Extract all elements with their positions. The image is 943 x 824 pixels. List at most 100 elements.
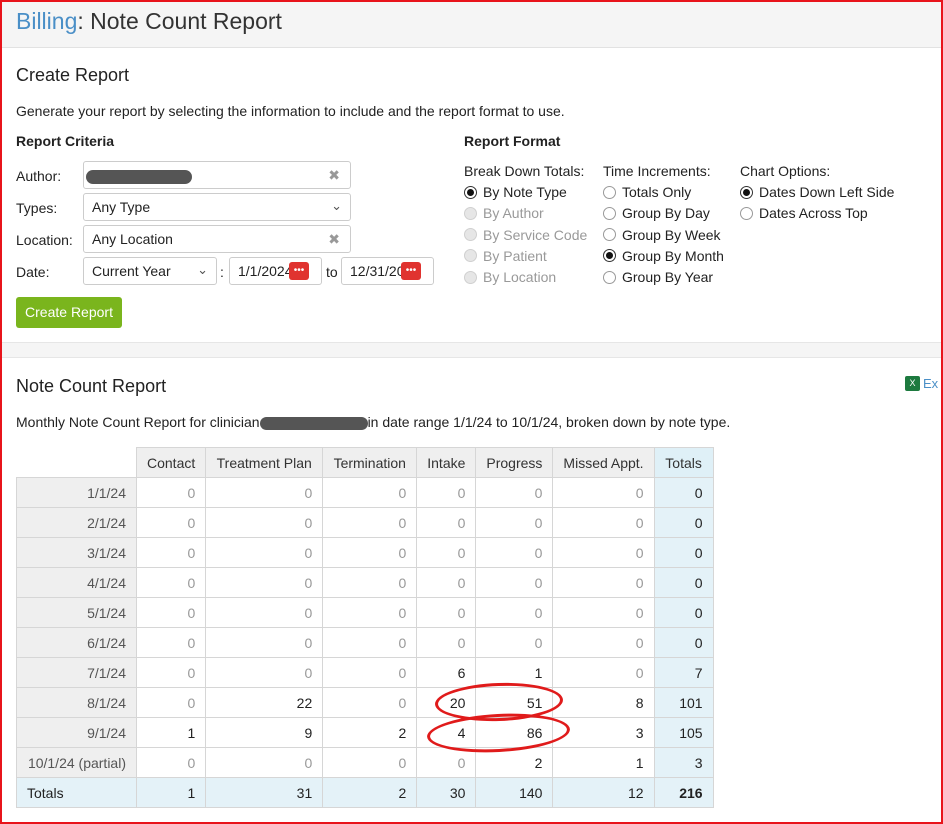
create-report-button[interactable]: Create Report [16, 297, 122, 328]
total-cell: 140 [475, 777, 554, 808]
table-cell: 4 [416, 717, 477, 748]
breakdown-heading: Break Down Totals: [464, 163, 585, 179]
column-header: Progress [475, 447, 554, 478]
page-title-text: Note Count Report [90, 8, 282, 34]
table-cell: 0 [322, 657, 418, 688]
location-input[interactable]: Any Location ✖ [83, 225, 351, 253]
excel-icon: X [905, 376, 920, 391]
summary-before: Monthly Note Count Report for clinician [16, 414, 260, 430]
row-label: 5/1/24 [16, 597, 137, 628]
radio-button[interactable] [603, 206, 616, 220]
row-total-cell: 101 [653, 687, 714, 718]
increment-option[interactable]: Group By Month [603, 248, 724, 264]
radio-button[interactable] [603, 270, 616, 284]
row-total-cell: 0 [653, 597, 714, 628]
types-select[interactable]: Any Type ⌄ [83, 193, 351, 221]
calendar-icon[interactable]: ••• [401, 262, 421, 280]
table-cell: 0 [322, 507, 418, 538]
totals-row: Totals 1 31 2 30 140 12 216 [16, 777, 714, 808]
radio-button[interactable] [603, 228, 616, 242]
increment-option[interactable]: Group By Year [603, 269, 713, 285]
author-input[interactable]: ✖ [83, 161, 351, 189]
table-cell: 0 [552, 597, 655, 628]
radio-label: Totals Only [622, 184, 692, 200]
increment-option[interactable]: Group By Week [603, 227, 721, 243]
report-criteria-heading: Report Criteria [16, 133, 115, 149]
table-cell: 0 [322, 567, 418, 598]
table-cell: 0 [552, 657, 655, 688]
table-cell: 0 [322, 747, 418, 778]
radio-label: By Note Type [483, 184, 567, 200]
table-cell: 0 [205, 537, 324, 568]
breadcrumb-separator: : [77, 8, 84, 34]
radio-button[interactable] [740, 206, 753, 220]
clear-icon[interactable]: ✖ [328, 231, 340, 248]
increment-option[interactable]: Group By Day [603, 205, 710, 221]
total-cell: 2 [322, 777, 418, 808]
table-cell: 0 [416, 627, 477, 658]
radio-button[interactable] [603, 185, 616, 199]
export-label: Ex [923, 376, 939, 391]
table-cell: 3 [552, 717, 655, 748]
radio-button[interactable] [603, 249, 616, 263]
table-cell: 0 [416, 597, 477, 628]
date-colon: : [220, 264, 224, 280]
table-cell: 1 [552, 747, 655, 778]
total-cell: 1 [135, 777, 207, 808]
date-range-select[interactable]: Current Year ⌄ [83, 257, 217, 285]
radio-button [464, 270, 477, 284]
breadcrumb-billing[interactable]: Billing [16, 8, 77, 34]
table-cell: 0 [135, 687, 207, 718]
table-cell: 0 [135, 567, 207, 598]
report-summary: Monthly Note Count Report for clinician i… [16, 414, 730, 430]
table-cell: 0 [135, 657, 207, 688]
clear-icon[interactable]: ✖ [328, 167, 340, 184]
table-cell: 0 [322, 597, 418, 628]
date-from-input[interactable]: 1/1/2024 ••• [229, 257, 322, 285]
table-cell: 0 [135, 507, 207, 538]
table-cell: 0 [205, 627, 324, 658]
table-row: 4/1/24 0 0 0 0 0 0 0 [16, 567, 714, 598]
breakdown-option[interactable]: By Note Type [464, 184, 567, 200]
chart-option[interactable]: Dates Across Top [740, 205, 868, 221]
date-to-label: to [326, 264, 338, 280]
radio-label: Group By Month [622, 247, 724, 264]
row-label: 4/1/24 [16, 567, 137, 598]
row-total-cell: 3 [653, 747, 714, 778]
table-cell: 22 [205, 687, 324, 718]
increment-option[interactable]: Totals Only [603, 184, 691, 200]
table-cell: 0 [135, 627, 207, 658]
author-label: Author: [16, 168, 62, 184]
table-cell: 6 [416, 657, 477, 688]
row-total-cell: 7 [653, 657, 714, 688]
types-value: Any Type [92, 199, 151, 215]
column-header: Totals [653, 447, 714, 478]
export-excel-link[interactable]: X Ex [905, 376, 938, 391]
radio-label: Group By Week [622, 226, 721, 243]
radio-button[interactable] [464, 185, 477, 199]
note-count-report-title: Note Count Report [16, 376, 167, 396]
date-to-input[interactable]: 12/31/2024 ••• [341, 257, 434, 285]
row-label: 9/1/24 [16, 717, 137, 748]
types-label: Types: [16, 200, 58, 216]
date-label: Date: [16, 264, 50, 280]
calendar-icon[interactable]: ••• [289, 262, 309, 280]
date-from-value: 1/1/2024 [238, 263, 293, 279]
table-cell: 0 [135, 597, 207, 628]
table-cell: 0 [475, 507, 554, 538]
table-cell: 0 [205, 507, 324, 538]
redacted-author [86, 170, 192, 184]
location-value: Any Location [92, 231, 173, 247]
total-cell: 216 [653, 777, 714, 808]
table-cell: 0 [205, 567, 324, 598]
table-cell: 0 [416, 567, 477, 598]
row-label: 6/1/24 [16, 627, 137, 658]
radio-button[interactable] [740, 185, 753, 199]
column-header: Termination [322, 447, 418, 478]
table-row: 5/1/24 0 0 0 0 0 0 0 [16, 597, 714, 628]
total-cell: 12 [552, 777, 655, 808]
table-row: 6/1/24 0 0 0 0 0 0 0 [16, 627, 714, 658]
table-cell: 0 [322, 687, 418, 718]
chart-option[interactable]: Dates Down Left Side [740, 184, 894, 200]
table-cell: 20 [416, 687, 477, 718]
